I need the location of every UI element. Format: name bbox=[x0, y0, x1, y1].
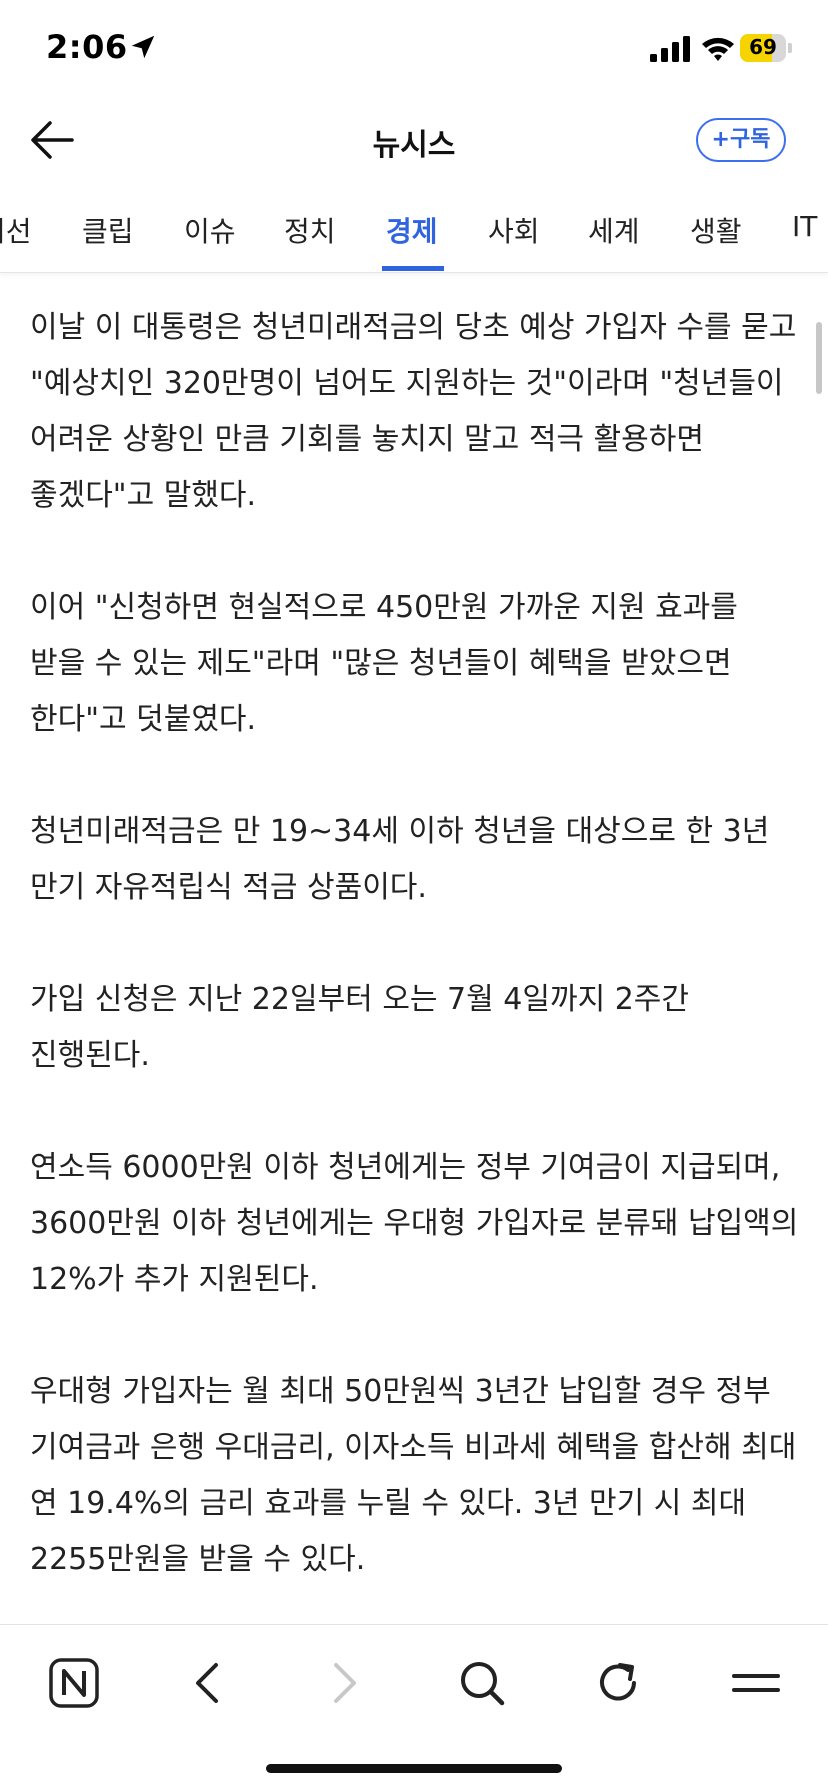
battery-icon: 69 bbox=[740, 34, 792, 62]
back-chevron-icon[interactable] bbox=[180, 1655, 236, 1711]
menu-icon[interactable] bbox=[728, 1655, 784, 1711]
status-bar: 2:06 69 bbox=[0, 0, 828, 100]
scrollbar[interactable] bbox=[816, 322, 822, 394]
battery-level: 69 bbox=[749, 35, 777, 59]
article-paragraph: 이날 이 대통령은 청년미래적금의 당초 예상 가입자 수를 묻고 "예상치인 … bbox=[30, 310, 797, 513]
forward-chevron-icon[interactable] bbox=[316, 1655, 372, 1711]
tab-item[interactable]: 이슈 bbox=[184, 210, 236, 250]
active-tab-indicator bbox=[382, 266, 444, 271]
article-paragraph: 가입 신청은 지난 22일부터 오는 7월 4일까지 2주간 진행된다. bbox=[30, 982, 689, 1073]
naver-n-icon[interactable] bbox=[46, 1655, 102, 1711]
back-arrow-icon[interactable] bbox=[28, 118, 76, 162]
article-paragraph: 우대형 가입자는 월 최대 50만원씩 3년간 납입할 경우 정부 기여금과 은… bbox=[30, 1374, 797, 1577]
tab-item[interactable]: 사회 bbox=[488, 210, 540, 250]
tab-item[interactable]: 세계 bbox=[588, 210, 640, 250]
bottom-toolbar bbox=[0, 1624, 828, 1745]
article-paragraph: 청년미래적금은 만 19~34세 이하 청년을 대상으로 한 3년 만기 자유적… bbox=[30, 814, 770, 905]
refresh-icon[interactable] bbox=[590, 1655, 646, 1711]
article-paragraph: 연소득 6000만원 이하 청년에게는 정부 기여금이 지급되며, 3600만원… bbox=[30, 1150, 799, 1297]
category-tabs: 시선 클립 이슈 정치 경제 사회 세계 생활 IT bbox=[0, 196, 828, 273]
status-time: 2:06 bbox=[46, 28, 128, 66]
battery-body: 69 bbox=[740, 34, 786, 62]
tab-item[interactable]: 정치 bbox=[284, 210, 336, 250]
tab-item[interactable]: 클립 bbox=[82, 210, 134, 250]
tab-item[interactable]: 시선 bbox=[0, 210, 32, 250]
location-arrow-icon bbox=[131, 35, 155, 59]
subscribe-button[interactable]: +구독 bbox=[696, 118, 786, 162]
tab-item-active[interactable]: 경제 bbox=[386, 210, 438, 250]
wifi-icon bbox=[702, 37, 734, 61]
battery-cap bbox=[788, 43, 792, 53]
cellular-signal-icon bbox=[650, 36, 690, 62]
article-body: 이날 이 대통령은 청년미래적금의 당초 예상 가입자 수를 묻고 "예상치인 … bbox=[30, 300, 800, 1644]
home-indicator[interactable] bbox=[266, 1764, 562, 1773]
tab-item[interactable]: IT bbox=[792, 210, 817, 243]
app-header: 뉴시스 +구독 bbox=[0, 100, 828, 184]
search-icon[interactable] bbox=[454, 1655, 510, 1711]
tab-item[interactable]: 생활 bbox=[690, 210, 742, 250]
article-paragraph: 이어 "신청하면 현실적으로 450만원 가까운 지원 효과를 받을 수 있는 … bbox=[30, 590, 738, 737]
